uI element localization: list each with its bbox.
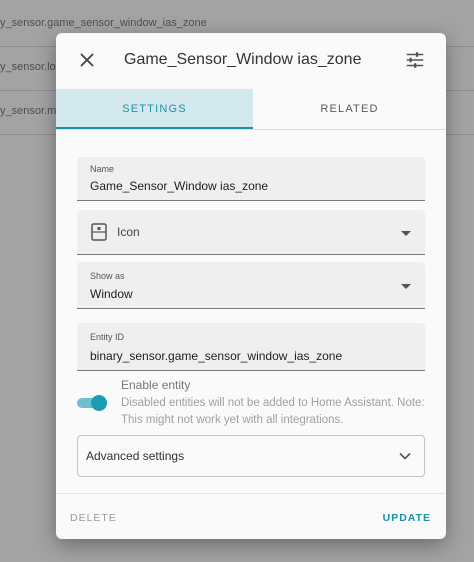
- tab-settings[interactable]: SETTINGS: [56, 89, 253, 129]
- tab-related[interactable]: RELATED: [253, 89, 446, 129]
- enable-entity-title: Enable entity: [121, 378, 191, 392]
- dialog-tabs: SETTINGS RELATED: [56, 89, 446, 130]
- advanced-toggle-button[interactable]: [404, 49, 426, 71]
- close-icon: [80, 53, 94, 67]
- entity-settings-dialog: Game_Sensor_Window ias_zone SETTINGS REL…: [56, 33, 446, 539]
- dialog-header: Game_Sensor_Window ias_zone: [56, 33, 446, 89]
- icon-picker-placeholder: Icon: [117, 225, 140, 239]
- chevron-down-icon: [401, 231, 411, 236]
- list-item-label: y_sensor.mb: [0, 105, 63, 117]
- enable-entity-description: Disabled entities will not be added to H…: [121, 397, 425, 426]
- entity-id-label: Entity ID: [90, 332, 125, 342]
- delete-button[interactable]: DELETE: [70, 512, 117, 524]
- show-as-value: Window: [90, 287, 133, 301]
- list-item-label: y_sensor.lo: [0, 61, 56, 73]
- name-field[interactable]: Name Game_Sensor_Window ias_zone: [77, 157, 425, 201]
- name-field-value[interactable]: Game_Sensor_Window ias_zone: [90, 179, 268, 193]
- show-as-label: Show as: [90, 271, 125, 281]
- dialog-footer: DELETE UPDATE: [56, 493, 446, 539]
- entity-id-field[interactable]: Entity ID binary_sensor.game_sensor_wind…: [77, 323, 425, 371]
- enable-entity-toggle[interactable]: [77, 395, 109, 411]
- entity-id-value[interactable]: binary_sensor.game_sensor_window_ias_zon…: [90, 349, 342, 363]
- close-button[interactable]: [76, 49, 98, 71]
- advanced-settings-label: Advanced settings: [86, 449, 185, 463]
- update-button[interactable]: UPDATE: [383, 512, 431, 524]
- icon-picker[interactable]: Icon: [77, 210, 425, 255]
- chevron-down-icon: [401, 284, 411, 289]
- dialog-title: Game_Sensor_Window ias_zone: [124, 51, 362, 68]
- list-item-label: y_sensor.game_sensor_window_ias_zone: [0, 17, 207, 29]
- advanced-settings-expander[interactable]: Advanced settings: [77, 435, 425, 477]
- toggle-thumb: [91, 395, 107, 411]
- tune-icon: [406, 52, 424, 68]
- chevron-down-icon: [399, 452, 411, 460]
- sensor-window-icon: [91, 223, 107, 241]
- show-as-select[interactable]: Show as Window: [77, 262, 425, 309]
- name-field-label: Name: [90, 164, 115, 174]
